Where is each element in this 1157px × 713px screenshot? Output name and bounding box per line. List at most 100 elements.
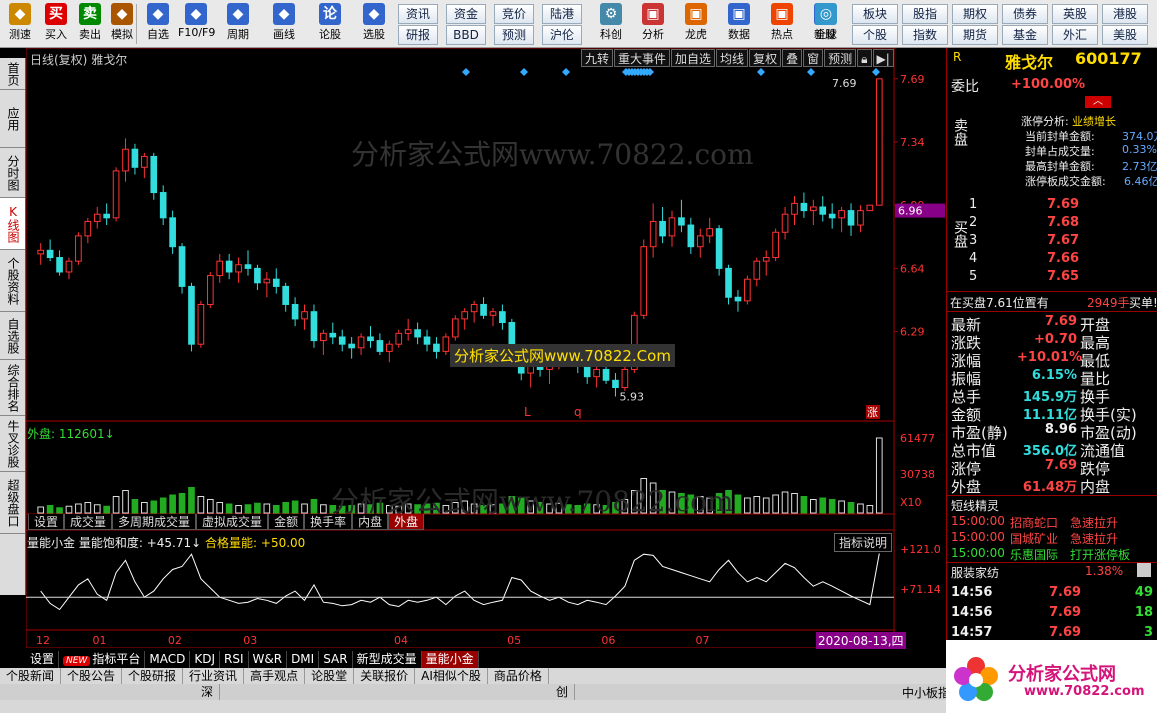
sidebar-tab-分时图[interactable]: 分时图 — [0, 148, 25, 198]
tab-BBD[interactable]: BBD — [446, 25, 486, 45]
volume-tab-外盘[interactable]: 外盘 — [388, 514, 425, 530]
volume-tab-成交量[interactable]: 成交量 — [64, 514, 113, 530]
footer-tab-AI相似个股[interactable]: AI相似个股 — [415, 668, 488, 684]
tab-板块[interactable]: 板块 — [852, 4, 898, 24]
sidebar-tab-自选股[interactable]: 自选股 — [0, 312, 25, 360]
tab-预测[interactable]: 预测 — [494, 25, 534, 45]
tab-资讯[interactable]: 资讯 — [398, 4, 438, 24]
chart-tool-复权[interactable]: 复权 — [749, 49, 782, 67]
indicator-tab-SAR[interactable]: SAR — [319, 650, 353, 668]
indicator-tab-设置[interactable]: 设置 — [26, 650, 60, 668]
arrow-right-icon[interactable]: ▶| — [872, 49, 894, 67]
chart-tool-均线[interactable]: 均线 — [716, 49, 749, 67]
kline-chart-area[interactable]: 7.697.346.996.646.296.967.695.93Lq涨61477… — [26, 48, 946, 649]
toolbar-pencil-button[interactable]: ◆ 画线 — [266, 2, 302, 46]
toolbar-hammer-button[interactable]: ◆ 模拟 — [104, 2, 140, 46]
toolbar-dragon-button[interactable]: ▣ 龙虎 — [678, 2, 714, 46]
toolbar-analysis-button[interactable]: ▣ 分析 — [635, 2, 671, 46]
tab-债券[interactable]: 债券 — [1002, 4, 1048, 24]
footer-tab-行业资讯[interactable]: 行业资讯 — [183, 668, 245, 684]
tab-股指[interactable]: 股指 — [902, 4, 948, 24]
indicator-tab-MACD[interactable]: MACD — [145, 650, 191, 668]
volume-tab-设置[interactable]: 设置 — [28, 514, 65, 530]
sidebar-tab-超级盘口[interactable]: 超级盘口 — [0, 472, 25, 534]
indicator-tab-DMI[interactable]: DMI — [287, 650, 320, 668]
indicator-tab-指标平台[interactable]: NEW 指标平台 — [59, 650, 146, 668]
footer-tab-论股堂[interactable]: 论股堂 — [305, 668, 355, 684]
sidebar-tab-综合排名[interactable]: 综合排名 — [0, 360, 25, 416]
sidebar-tab-个股资料[interactable]: 个股资料 — [0, 250, 25, 312]
chart-tool-九转[interactable]: 九转 — [581, 49, 614, 67]
board-index-tab[interactable]: 中小板指 — [902, 684, 950, 701]
indicator-tab-量能小金[interactable]: 量能小金 — [421, 650, 479, 668]
toolbar-f10-button[interactable]: ◆ F10/F9 — [178, 2, 215, 46]
tab-美股[interactable]: 美股 — [1102, 25, 1148, 45]
tab-期权[interactable]: 期权 — [952, 4, 998, 24]
lock-icon[interactable]: 🔒︎ — [857, 49, 872, 67]
sidebar-tab-牛叉诊股[interactable]: 牛叉诊股 — [0, 416, 25, 472]
tab-指数[interactable]: 指数 — [902, 25, 948, 45]
chart-tool-叠[interactable]: 叠 — [782, 49, 803, 67]
toolbar-sell-button[interactable]: 卖卖出 — [72, 2, 108, 46]
indicator-tab-RSI[interactable]: RSI — [220, 650, 249, 668]
footer-tab-个股公告[interactable]: 个股公告 — [61, 668, 123, 684]
tab-港股[interactable]: 港股 — [1102, 4, 1148, 24]
volume-tab-内盘[interactable]: 内盘 — [352, 514, 389, 530]
chart-tool-重大事件[interactable]: 重大事件 — [614, 49, 671, 67]
tab-研报[interactable]: 研报 — [398, 25, 438, 45]
scroll-up-icon[interactable] — [1137, 563, 1151, 577]
indicator-tab-KDJ[interactable]: KDJ — [190, 650, 220, 668]
chart-tool-加自选[interactable]: 加自选 — [671, 49, 716, 67]
tab-基金[interactable]: 基金 — [1002, 25, 1048, 45]
toolbar-hot-button[interactable]: ▣ 热点 — [764, 2, 800, 46]
toolbar-kechuang-button[interactable]: ⚙ 科创 — [593, 2, 629, 46]
sidebar-tab-首页[interactable]: 首页 — [0, 58, 25, 90]
event-diamond-icon[interactable] — [462, 68, 470, 76]
footer-tab-个股新闻[interactable]: 个股新闻 — [0, 668, 62, 684]
elf-name[interactable]: 招商蛇口 — [1010, 514, 1058, 531]
event-diamond-icon[interactable] — [757, 68, 765, 76]
toolbar-cycle-button[interactable]: ◆ 周期 — [220, 2, 256, 46]
sidebar-tab-应用[interactable]: 应用 — [0, 90, 25, 148]
indicator-tab-新型成交量[interactable]: 新型成交量 — [353, 650, 422, 668]
chart-tool-窗[interactable]: 窗 — [803, 49, 824, 67]
toolbar-global-button[interactable]: ◎ 全球 — [808, 2, 844, 46]
toolbar-pe-button[interactable]: ▣ 数据 — [721, 2, 757, 46]
toolbar-discuss-button[interactable]: 论论股 — [312, 2, 348, 46]
elf-name[interactable]: 乐惠国际 — [1010, 546, 1058, 563]
tab-陆港[interactable]: 陆港 — [542, 4, 582, 24]
toolbar-clock-button[interactable]: ◆ 测速 — [2, 2, 38, 46]
tab-资金[interactable]: 资金 — [446, 4, 486, 24]
tab-沪伦[interactable]: 沪伦 — [542, 25, 582, 45]
indicator-tab-W&R[interactable]: W&R — [249, 650, 288, 668]
footer-tab-高手观点[interactable]: 高手观点 — [244, 668, 306, 684]
event-diamond-icon[interactable] — [807, 68, 815, 76]
tab-竞价[interactable]: 竞价 — [494, 4, 534, 24]
indicator-help-button[interactable]: 指标说明 — [834, 533, 893, 552]
tab-英股[interactable]: 英股 — [1052, 4, 1098, 24]
footer-market-深[interactable]: 深 — [195, 684, 221, 700]
footer-tab-个股研报[interactable]: 个股研报 — [122, 668, 184, 684]
sector-name[interactable]: 服装家纺 — [951, 564, 999, 581]
volume-tab-虚拟成交量[interactable]: 虚拟成交量 — [196, 514, 269, 530]
event-diamond-icon[interactable] — [872, 68, 880, 76]
footer-tab-商品价格[interactable]: 商品价格 — [488, 668, 549, 684]
volume-tab-换手率[interactable]: 换手率 — [304, 514, 353, 530]
tab-外汇[interactable]: 外汇 — [1052, 25, 1098, 45]
collapse-up-icon[interactable]: ︿ — [1085, 96, 1111, 108]
tab-个股[interactable]: 个股 — [852, 25, 898, 45]
event-diamond-icon[interactable] — [520, 68, 528, 76]
tick-price: 7.69 — [1049, 585, 1082, 600]
sidebar-tab-K线图[interactable]: K线图 — [0, 198, 25, 250]
volume-tab-金额[interactable]: 金额 — [268, 514, 305, 530]
footer-market-创[interactable]: 创 — [550, 684, 576, 700]
toolbar-select-stock-button[interactable]: ◆ 选股 — [356, 2, 392, 46]
toolbar-buy-button[interactable]: 买买入 — [38, 2, 74, 46]
footer-tab-关联报价[interactable]: 关联报价 — [354, 668, 416, 684]
elf-name[interactable]: 国城矿业 — [1010, 530, 1058, 547]
event-diamond-icon[interactable] — [562, 68, 570, 76]
volume-tab-多周期成交量[interactable]: 多周期成交量 — [112, 514, 197, 530]
tab-期货[interactable]: 期货 — [952, 25, 998, 45]
toolbar-star-button[interactable]: ◆ 自选 — [140, 2, 176, 46]
chart-tool-预测[interactable]: 预测 — [824, 49, 857, 67]
